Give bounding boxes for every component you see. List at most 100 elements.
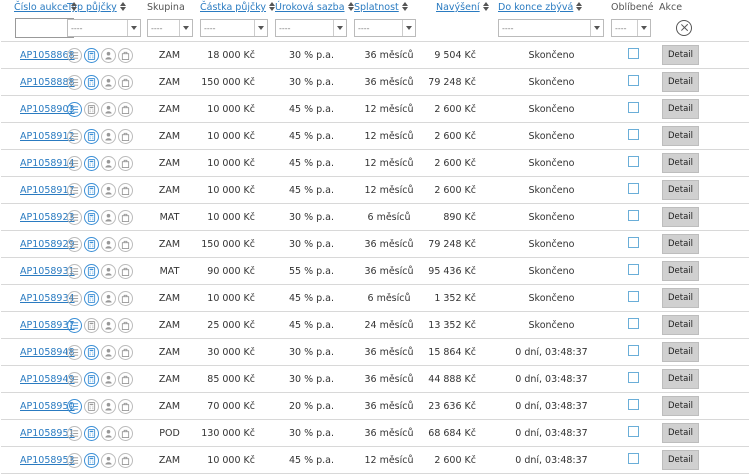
sort-arrows-icon[interactable] (576, 2, 583, 11)
sort-arrows-icon[interactable] (482, 2, 489, 11)
navyseni-value: 2 600 Kč (434, 157, 476, 169)
person-icon (101, 128, 116, 144)
sort-splatnost[interactable]: Splatnost (354, 2, 399, 13)
detail-button[interactable]: Detail (662, 45, 700, 65)
splatnost-value: 12 měsíců (364, 184, 414, 196)
detail-button[interactable]: Detail (662, 153, 700, 173)
sort-arrows-icon[interactable] (401, 2, 408, 11)
list-icon (67, 290, 82, 306)
filter-sazba-select[interactable]: ---- (275, 19, 347, 37)
filter-cislo-input[interactable] (15, 18, 74, 38)
clear-filters-icon[interactable] (676, 20, 692, 36)
table-row: AP1058917 ZAM 10 000 Kč 45 % p.a. 12 měs… (1, 176, 749, 204)
castka-value: 150 000 Kč (201, 238, 255, 250)
navyseni-value: 2 600 Kč (434, 103, 476, 115)
bag-icon (118, 425, 133, 441)
castka-value: 10 000 Kč (207, 184, 255, 196)
filter-splatnost-select[interactable]: ---- (354, 19, 416, 37)
detail-button[interactable]: Detail (662, 180, 700, 200)
sort-castka-pujcky[interactable]: Částka půjčky (200, 2, 266, 13)
sort-navyseni[interactable]: Navýšení (436, 2, 480, 13)
filter-dokonce-select[interactable]: ---- (498, 19, 604, 37)
table-row: AP1058903 ZAM 10 000 Kč 45 % p.a. 12 měs… (1, 95, 749, 123)
chevron-down-icon (333, 20, 346, 36)
skupina-value: ZAM (158, 130, 181, 142)
navyseni-value: 9 504 Kč (434, 49, 476, 61)
filter-typ-value: ---- (71, 23, 83, 33)
person-icon (101, 371, 116, 387)
favorite-checkbox[interactable] (627, 318, 639, 329)
bag-icon (118, 128, 133, 144)
favorite-checkbox[interactable] (627, 210, 639, 221)
list-icon (67, 398, 82, 414)
bag-icon (118, 74, 133, 90)
favorite-checkbox[interactable] (627, 183, 639, 194)
detail-button[interactable]: Detail (662, 99, 700, 119)
sort-arrows-icon[interactable] (71, 2, 78, 11)
favorite-checkbox[interactable] (627, 129, 639, 140)
list-icon (67, 263, 82, 279)
castka-value: 90 000 Kč (207, 265, 255, 277)
favorite-checkbox[interactable] (627, 453, 639, 464)
detail-button[interactable]: Detail (662, 450, 700, 470)
detail-button[interactable]: Detail (662, 423, 700, 443)
favorite-checkbox[interactable] (627, 399, 639, 410)
table-row: AP1058934 ZAM 10 000 Kč 45 % p.a. 6 měsí… (1, 284, 749, 312)
table-row: AP1058950 ZAM 70 000 Kč 20 % p.a. 36 měs… (1, 392, 749, 420)
table-row: AP1058931 MAT 90 000 Kč 55 % p.a. 36 měs… (1, 257, 749, 285)
loan-type-icons (67, 263, 147, 279)
castka-value: 85 000 Kč (207, 373, 255, 385)
sort-do-konce-zbyva[interactable]: Do konce zbývá (498, 2, 573, 13)
favorite-checkbox[interactable] (627, 156, 639, 167)
detail-button[interactable]: Detail (662, 234, 700, 254)
sazba-value: 45 % p.a. (288, 319, 335, 331)
skupina-value: ZAM (158, 76, 181, 88)
filter-skupina-select[interactable]: ---- (147, 19, 193, 37)
sort-cislo-aukce[interactable]: Číslo aukce (14, 2, 68, 13)
detail-button[interactable]: Detail (662, 126, 700, 146)
favorite-checkbox[interactable] (627, 75, 639, 86)
detail-button[interactable]: Detail (662, 288, 700, 308)
filter-typ-select[interactable]: ---- (67, 19, 141, 37)
detail-button[interactable]: Detail (662, 72, 700, 92)
detail-button[interactable]: Detail (662, 396, 700, 416)
bag-icon (118, 182, 133, 198)
favorite-checkbox[interactable] (627, 264, 639, 275)
loan-type-icons (67, 290, 147, 306)
detail-button[interactable]: Detail (662, 342, 700, 362)
bag-icon (118, 47, 133, 63)
list-icon (67, 452, 82, 468)
calculator-icon (84, 209, 99, 225)
detail-button[interactable]: Detail (662, 369, 700, 389)
chevron-down-icon (402, 20, 415, 36)
favorite-checkbox[interactable] (627, 237, 639, 248)
skupina-value: ZAM (158, 454, 181, 466)
skupina-value: MAT (159, 211, 180, 223)
sazba-value: 45 % p.a. (288, 130, 335, 142)
castka-value: 18 000 Kč (207, 49, 255, 61)
do-konce-value: 0 dní, 03:48:37 (515, 427, 588, 439)
detail-button[interactable]: Detail (662, 207, 700, 227)
sort-urokova-sazba[interactable]: Úroková sazba (275, 2, 345, 13)
calculator-icon (84, 182, 99, 198)
sort-arrows-icon[interactable] (347, 2, 354, 11)
favorite-checkbox[interactable] (627, 372, 639, 383)
detail-button[interactable]: Detail (662, 315, 700, 335)
list-icon (67, 236, 82, 252)
sazba-value: 45 % p.a. (288, 157, 335, 169)
sazba-value: 30 % p.a. (288, 427, 335, 439)
favorite-checkbox[interactable] (627, 48, 639, 59)
castka-value: 70 000 Kč (207, 400, 255, 412)
favorite-checkbox[interactable] (627, 426, 639, 437)
person-icon (101, 452, 116, 468)
detail-button[interactable]: Detail (662, 261, 700, 281)
sort-arrows-icon[interactable] (269, 2, 276, 11)
filter-oblibene-select[interactable]: ---- (611, 19, 651, 37)
filter-castka-select[interactable]: ---- (200, 19, 268, 37)
favorite-checkbox[interactable] (627, 102, 639, 113)
favorite-checkbox[interactable] (627, 345, 639, 356)
loan-type-icons (67, 155, 147, 171)
favorite-checkbox[interactable] (627, 291, 639, 302)
sort-arrows-icon[interactable] (119, 2, 126, 11)
table-row: AP1058888 ZAM 150 000 Kč 30 % p.a. 36 mě… (1, 68, 749, 96)
